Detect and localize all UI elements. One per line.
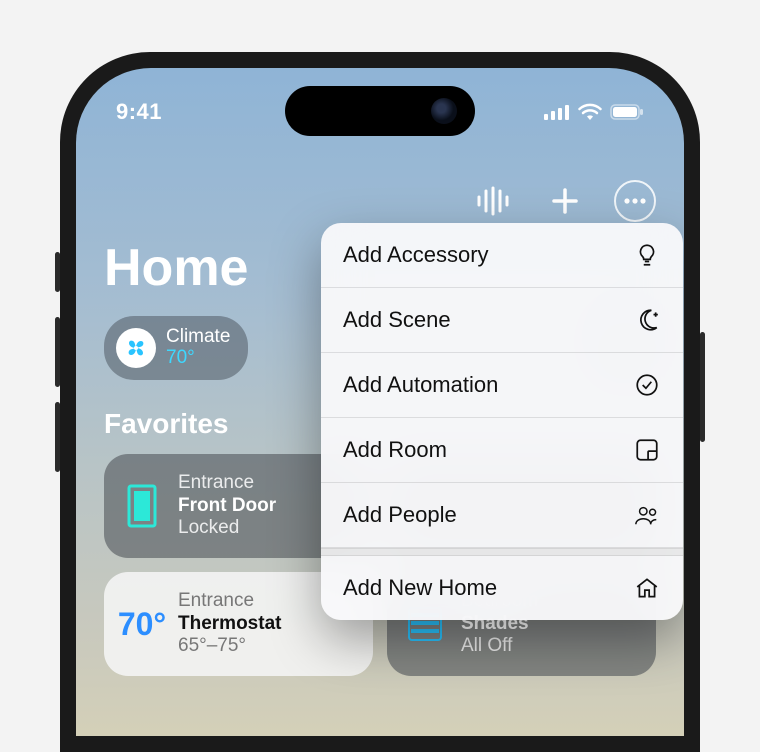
tile-text: Entrance Thermostat 65°–75° (178, 590, 281, 658)
waveform-icon (476, 186, 510, 216)
menu-item-add-room[interactable]: Add Room (321, 418, 683, 483)
tile-text: Entrance Front Door Locked (178, 472, 276, 540)
menu-label: Add Accessory (343, 242, 489, 268)
chip-value: 70° (166, 348, 230, 369)
people-icon (633, 501, 661, 529)
lightbulb-icon (633, 241, 661, 269)
more-button[interactable] (614, 180, 656, 222)
header-actions (470, 178, 656, 224)
menu-label: Add Scene (343, 307, 451, 333)
status-time: 9:41 (116, 99, 162, 125)
menu-item-add-new-home[interactable]: Add New Home (321, 556, 683, 620)
iphone-frame: 9:41 Home (60, 52, 700, 752)
clock-icon (633, 371, 661, 399)
dynamic-island (285, 86, 475, 136)
fan-icon (116, 328, 156, 368)
door-icon (120, 484, 164, 528)
wifi-icon (578, 103, 602, 121)
chip-text: Climate 70° (166, 327, 230, 369)
plus-icon (551, 187, 579, 215)
menu-label: Add People (343, 502, 457, 528)
menu-item-add-scene[interactable]: Add Scene (321, 288, 683, 353)
device-button (55, 317, 60, 387)
chip-climate[interactable]: Climate 70° (104, 316, 248, 380)
device-button (700, 332, 705, 442)
moon-icon (633, 306, 661, 334)
announce-button[interactable] (470, 178, 516, 224)
status-indicators (544, 103, 644, 121)
screen: 9:41 Home (76, 68, 684, 736)
temperature-value: 70° (120, 606, 164, 643)
device-button (55, 252, 60, 292)
room-icon (633, 436, 661, 464)
menu-label: Add Room (343, 437, 447, 463)
menu-item-add-accessory[interactable]: Add Accessory (321, 223, 683, 288)
menu-label: Add New Home (343, 575, 497, 601)
menu-separator (321, 548, 683, 556)
device-button (55, 402, 60, 472)
add-button[interactable] (542, 178, 588, 224)
add-menu: Add Accessory Add Scene Add Automation A… (321, 223, 683, 620)
menu-item-add-automation[interactable]: Add Automation (321, 353, 683, 418)
battery-icon (610, 104, 644, 120)
cellular-icon (544, 104, 570, 120)
chip-label: Climate (166, 327, 230, 348)
menu-item-add-people[interactable]: Add People (321, 483, 683, 548)
ellipsis-icon (624, 198, 646, 204)
menu-label: Add Automation (343, 372, 498, 398)
house-icon (633, 574, 661, 602)
